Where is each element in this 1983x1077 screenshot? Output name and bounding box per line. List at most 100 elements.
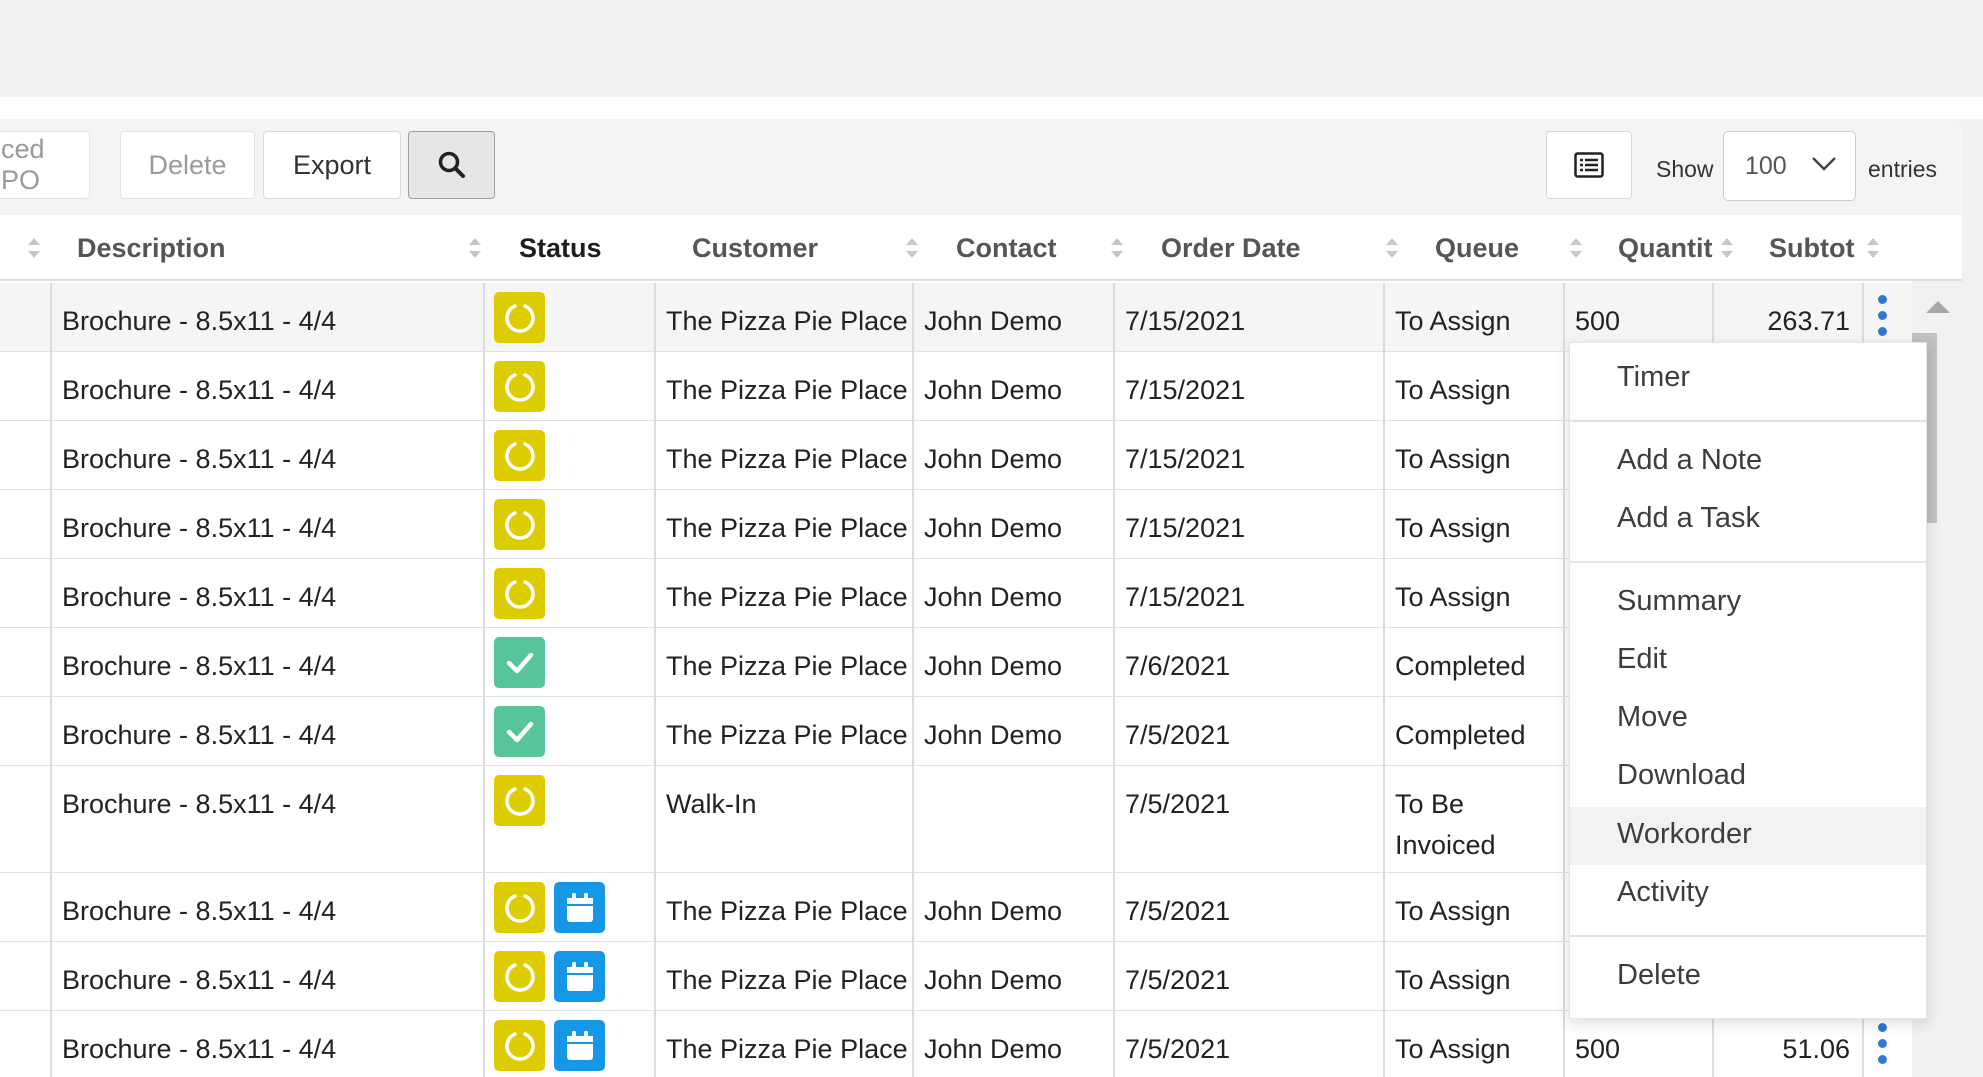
status-cell: [483, 421, 654, 489]
order-date-cell: 7/5/2021: [1113, 766, 1383, 872]
kebab-menu-icon[interactable]: [1876, 1023, 1888, 1067]
status-cell: [483, 1011, 654, 1077]
order-date-cell: 7/5/2021: [1113, 697, 1383, 765]
circle-progress-icon[interactable]: [494, 430, 545, 481]
circle-progress-icon[interactable]: [494, 568, 545, 619]
customer-text: The Pizza Pie Place: [666, 720, 908, 750]
customer-text: The Pizza Pie Place: [666, 582, 908, 612]
menu-item-download[interactable]: Download: [1570, 748, 1926, 806]
menu-item-move[interactable]: Move: [1570, 690, 1926, 748]
sort-icon[interactable]: [1110, 238, 1124, 258]
sort-icon[interactable]: [1385, 238, 1399, 258]
circle-progress-icon[interactable]: [494, 361, 545, 412]
contact-cell: John Demo: [912, 352, 1113, 420]
sort-icon[interactable]: [1720, 238, 1734, 258]
column-divider: [50, 283, 52, 1077]
scroll-up-arrow-icon[interactable]: [1926, 301, 1950, 313]
calendar-icon[interactable]: [554, 951, 605, 1002]
menu-item-edit[interactable]: Edit: [1570, 632, 1926, 690]
circle-progress-icon[interactable]: [494, 1020, 545, 1071]
calendar-icon[interactable]: [554, 882, 605, 933]
column-header-subtotal[interactable]: Subtot: [1769, 215, 1854, 281]
order-date-cell: 7/15/2021: [1113, 283, 1383, 351]
queue-cell: To Assign: [1383, 490, 1563, 558]
entries-select[interactable]: 100: [1723, 131, 1856, 201]
circle-progress-icon[interactable]: [494, 951, 545, 1002]
column-header-status[interactable]: Status: [519, 215, 602, 281]
column-header-order-date[interactable]: Order Date: [1161, 215, 1301, 281]
check-icon[interactable]: [494, 706, 545, 757]
sort-icon[interactable]: [905, 238, 919, 258]
menu-item-add-task[interactable]: Add a Task: [1570, 491, 1926, 549]
queue-text: To Assign: [1395, 965, 1511, 995]
menu-divider: [1570, 561, 1926, 563]
calendar-icon[interactable]: [554, 1020, 605, 1071]
queue-cell: Completed: [1383, 628, 1563, 696]
status-cell: [483, 942, 654, 1010]
contact-text: John Demo: [924, 720, 1063, 750]
customer-text: The Pizza Pie Place: [666, 651, 908, 681]
queue-text: To Assign: [1395, 375, 1511, 405]
delete-button[interactable]: Delete: [120, 131, 255, 199]
column-header-customer[interactable]: Customer: [692, 215, 818, 281]
status-cell: [483, 628, 654, 696]
sort-icon[interactable]: [1866, 238, 1880, 258]
queue-text: Invoiced: [1395, 830, 1496, 860]
menu-item-add-note[interactable]: Add a Note: [1570, 433, 1926, 491]
circle-progress-icon[interactable]: [494, 775, 545, 826]
column-divider: [483, 283, 485, 1077]
order-date-text: 7/5/2021: [1125, 1034, 1231, 1064]
menu-item-workorder[interactable]: Workorder: [1570, 807, 1926, 865]
circle-progress-icon[interactable]: [494, 882, 545, 933]
customer-cell: The Pizza Pie Place: [654, 1011, 912, 1077]
contact-cell: [912, 766, 1113, 872]
customer-text: The Pizza Pie Place: [666, 1034, 908, 1064]
customer-cell: The Pizza Pie Place: [654, 490, 912, 558]
table-row[interactable]: Brochure - 8.5x11 - 4/4 The Pizza Pie Pla…: [0, 1011, 1912, 1077]
menu-item-summary[interactable]: Summary: [1570, 574, 1926, 632]
menu-divider: [1570, 420, 1926, 422]
menu-item-delete[interactable]: Delete: [1570, 948, 1926, 1006]
status-cell: [483, 352, 654, 420]
customer-text: The Pizza Pie Place: [666, 896, 908, 926]
quantity-text: 500: [1575, 306, 1621, 336]
column-header-contact[interactable]: Contact: [956, 215, 1057, 281]
contact-cell: John Demo: [912, 283, 1113, 351]
contact-text: John Demo: [924, 375, 1063, 405]
quantity-cell: 500: [1563, 1011, 1712, 1077]
check-icon[interactable]: [494, 637, 545, 688]
customer-cell: The Pizza Pie Place: [654, 352, 912, 420]
queue-text: To Assign: [1395, 513, 1511, 543]
description-cell: Brochure - 8.5x11 - 4/4: [50, 942, 483, 1010]
search-button[interactable]: [408, 131, 495, 199]
subtotal-text: 263.71: [1767, 306, 1850, 336]
customer-cell: The Pizza Pie Place: [654, 283, 912, 351]
contact-text: John Demo: [924, 965, 1063, 995]
order-date-cell: 7/5/2021: [1113, 873, 1383, 941]
description-text: Brochure - 8.5x11 - 4/4: [62, 375, 337, 405]
sort-icon[interactable]: [27, 238, 41, 258]
order-date-cell: 7/6/2021: [1113, 628, 1383, 696]
circle-progress-icon[interactable]: [494, 292, 545, 343]
queue-cell: To Assign: [1383, 559, 1563, 627]
description-text: Brochure - 8.5x11 - 4/4: [62, 582, 337, 612]
column-view-button[interactable]: [1546, 131, 1632, 199]
description-cell: Brochure - 8.5x11 - 4/4: [50, 490, 483, 558]
kebab-menu-icon[interactable]: [1876, 295, 1888, 339]
column-header-quantity[interactable]: Quantit: [1618, 215, 1713, 281]
menu-item-activity[interactable]: Activity: [1570, 865, 1926, 923]
status-cell: [483, 559, 654, 627]
contact-text: John Demo: [924, 444, 1063, 474]
queue-text: To Assign: [1395, 582, 1511, 612]
linked-po-button[interactable]: ced PO: [0, 131, 90, 199]
description-text: Brochure - 8.5x11 - 4/4: [62, 444, 337, 474]
sort-icon[interactable]: [1569, 238, 1583, 258]
search-icon: [438, 151, 465, 178]
column-header-queue[interactable]: Queue: [1435, 215, 1519, 281]
column-divider: [1383, 283, 1385, 1077]
column-header-description[interactable]: Description: [77, 215, 226, 281]
export-button[interactable]: Export: [263, 131, 401, 199]
sort-icon[interactable]: [468, 238, 482, 258]
circle-progress-icon[interactable]: [494, 499, 545, 550]
menu-item-timer[interactable]: Timer: [1570, 350, 1926, 408]
